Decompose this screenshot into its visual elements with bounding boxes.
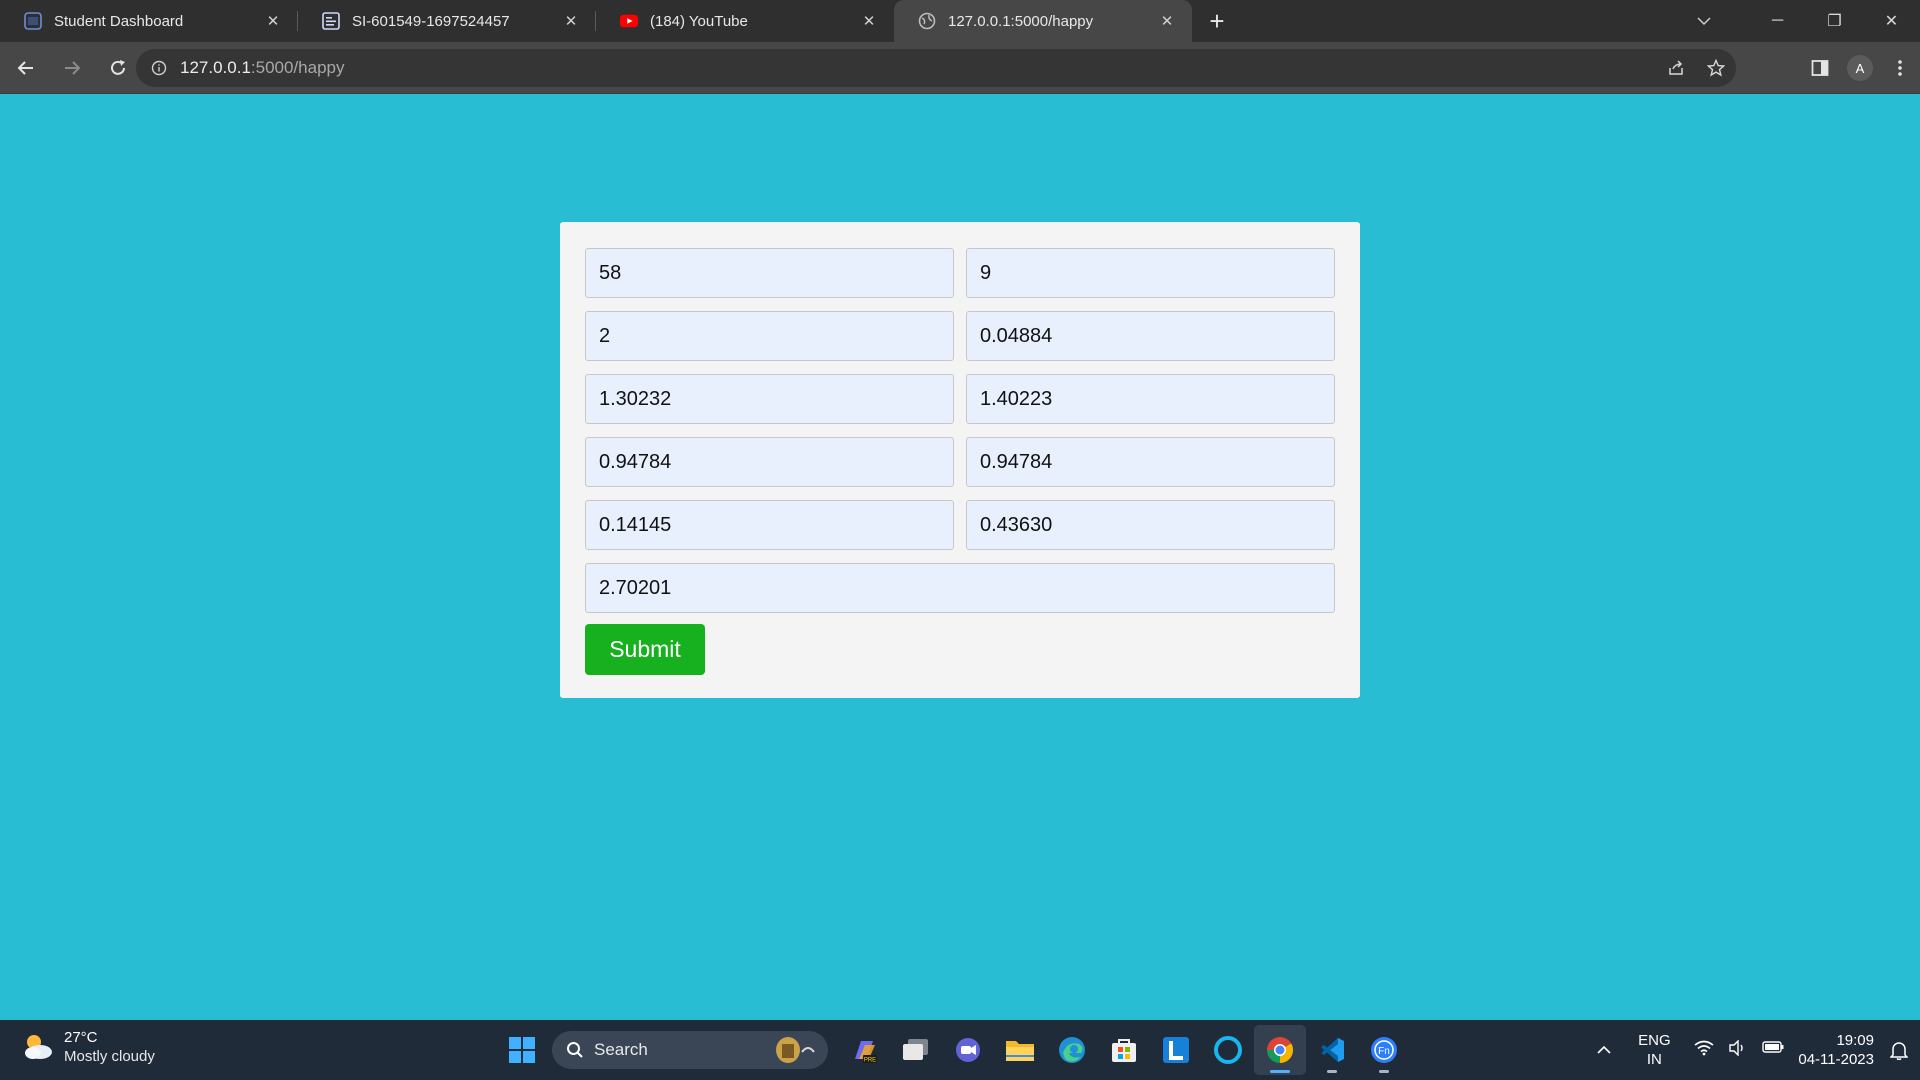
cloudy-weather-icon: [20, 1029, 56, 1065]
input-field-5[interactable]: [585, 374, 954, 424]
menu-kebab-icon[interactable]: [1880, 48, 1920, 88]
running-indicator: [1327, 1070, 1337, 1073]
close-tab-icon[interactable]: ✕: [262, 10, 284, 32]
quick-settings[interactable]: [1694, 1038, 1784, 1061]
toolbar-right: A: [1800, 42, 1920, 94]
tab-happy[interactable]: 127.0.0.1:5000/happy ✕: [894, 0, 1192, 42]
task-view-icon[interactable]: [890, 1025, 942, 1075]
prediction-form: Submit: [560, 222, 1360, 698]
youtube-icon: [620, 12, 638, 30]
search-highlight-icon: [768, 1034, 820, 1071]
restore-icon[interactable]: ❐: [1806, 0, 1863, 42]
bookmark-star-icon[interactable]: [1696, 59, 1736, 77]
form-row: [585, 563, 1335, 613]
input-field-1[interactable]: [585, 248, 954, 298]
forward-icon[interactable]: [52, 48, 92, 88]
wifi-icon: [1694, 1040, 1714, 1061]
tab-title: Student Dashboard: [54, 12, 184, 30]
notification-bell-icon[interactable]: [1884, 1040, 1914, 1060]
weather-widget[interactable]: 27°C Mostly cloudy: [20, 1028, 155, 1066]
language-indicator[interactable]: ENG IN: [1624, 1031, 1684, 1069]
input-field-2[interactable]: [966, 248, 1335, 298]
svg-text:Fn: Fn: [1378, 1046, 1390, 1057]
page-content: Submit: [0, 94, 1920, 1020]
input-field-9[interactable]: [585, 500, 954, 550]
close-tab-icon[interactable]: ✕: [1156, 10, 1178, 32]
weather-temperature: 27°C: [64, 1029, 98, 1046]
form-row: [585, 437, 1335, 487]
form-row: [585, 248, 1335, 298]
microsoft-store-icon[interactable]: [1098, 1025, 1150, 1075]
input-field-11[interactable]: [585, 563, 1335, 613]
close-tab-icon[interactable]: ✕: [858, 10, 880, 32]
running-indicator: [1379, 1070, 1389, 1073]
omnibox-actions: [1656, 49, 1736, 87]
file-explorer-icon[interactable]: [994, 1025, 1046, 1075]
profile-avatar[interactable]: A: [1840, 48, 1880, 88]
input-field-10[interactable]: [966, 500, 1335, 550]
form-row: [585, 374, 1335, 424]
tab-title: (184) YouTube: [650, 12, 748, 30]
weather-description: Mostly cloudy: [64, 1048, 155, 1065]
copilot-preview-icon[interactable]: PRE: [838, 1025, 890, 1075]
input-field-4[interactable]: [966, 311, 1335, 361]
form-row: [585, 500, 1335, 550]
l-app-icon[interactable]: [1150, 1025, 1202, 1075]
clock-date: 04-11-2023: [1798, 1051, 1874, 1068]
new-tab-button[interactable]: +: [1196, 0, 1238, 42]
tab-youtube[interactable]: (184) YouTube ✕: [596, 0, 894, 42]
reload-icon[interactable]: [98, 48, 138, 88]
svg-text:PRE: PRE: [864, 1058, 876, 1064]
address-bar[interactable]: 127.0.0.1:5000/happy: [136, 49, 1736, 87]
teams-chat-icon[interactable]: [942, 1025, 994, 1075]
tab-search-chevron-icon[interactable]: [1682, 0, 1726, 42]
tab-student-dashboard[interactable]: Student Dashboard ✕: [0, 0, 298, 42]
search-icon: [566, 1041, 584, 1059]
url-host: 127.0.0.1: [180, 58, 251, 77]
profile-initial: A: [1847, 55, 1873, 81]
dashboard-icon: [24, 12, 42, 30]
region-code: IN: [1646, 1051, 1662, 1068]
form-row: [585, 311, 1335, 361]
clock[interactable]: 19:09 04-11-2023: [1798, 1031, 1874, 1069]
input-field-7[interactable]: [585, 437, 954, 487]
tab-title: 127.0.0.1:5000/happy: [948, 12, 1094, 30]
input-field-3[interactable]: [585, 311, 954, 361]
browser-tab-strip: Student Dashboard ✕ SI-601549-1697524457…: [0, 0, 1920, 42]
browser-toolbar: 127.0.0.1:5000/happy A: [0, 42, 1920, 94]
tab-title: SI-601549-1697524457: [352, 12, 510, 30]
windows-start-icon[interactable]: [496, 1025, 548, 1075]
edge-browser-icon[interactable]: [1046, 1025, 1098, 1075]
tab-si-document[interactable]: SI-601549-1697524457 ✕: [298, 0, 596, 42]
submit-button[interactable]: Submit: [585, 624, 705, 675]
show-hidden-icons-chevron-icon[interactable]: [1584, 1045, 1624, 1055]
taskbar-search[interactable]: Search: [552, 1031, 828, 1069]
back-icon[interactable]: [6, 48, 46, 88]
language-code: ENG: [1638, 1032, 1671, 1049]
system-tray: ENG IN 19:09 04-11-2023: [1584, 1020, 1920, 1080]
windows-taskbar: 27°C Mostly cloudy Search PRE Fn ENG IN …: [0, 1020, 1920, 1080]
close-window-icon[interactable]: ✕: [1863, 0, 1920, 42]
vscode-icon[interactable]: [1306, 1025, 1358, 1075]
search-placeholder: Search: [594, 1040, 648, 1059]
input-field-6[interactable]: [966, 374, 1335, 424]
site-info-icon[interactable]: [148, 60, 170, 76]
minimize-icon[interactable]: ─: [1749, 0, 1806, 42]
taskbar-apps: Search PRE Fn: [496, 1020, 1410, 1080]
window-controls: ─ ❐ ✕: [1749, 0, 1920, 42]
chrome-icon[interactable]: [1254, 1025, 1306, 1075]
volume-icon: [1728, 1038, 1748, 1061]
url-path: :5000/happy: [250, 58, 345, 77]
globe-icon: [918, 12, 936, 30]
close-tab-icon[interactable]: ✕: [560, 10, 582, 32]
battery-icon: [1762, 1040, 1784, 1061]
alexa-icon[interactable]: [1202, 1025, 1254, 1075]
fn-app-icon[interactable]: Fn: [1358, 1025, 1410, 1075]
active-indicator: [1270, 1070, 1290, 1073]
input-field-8[interactable]: [966, 437, 1335, 487]
document-icon: [322, 12, 340, 30]
clock-time: 19:09: [1836, 1032, 1874, 1049]
share-icon[interactable]: [1656, 59, 1696, 77]
side-panel-icon[interactable]: [1800, 48, 1840, 88]
